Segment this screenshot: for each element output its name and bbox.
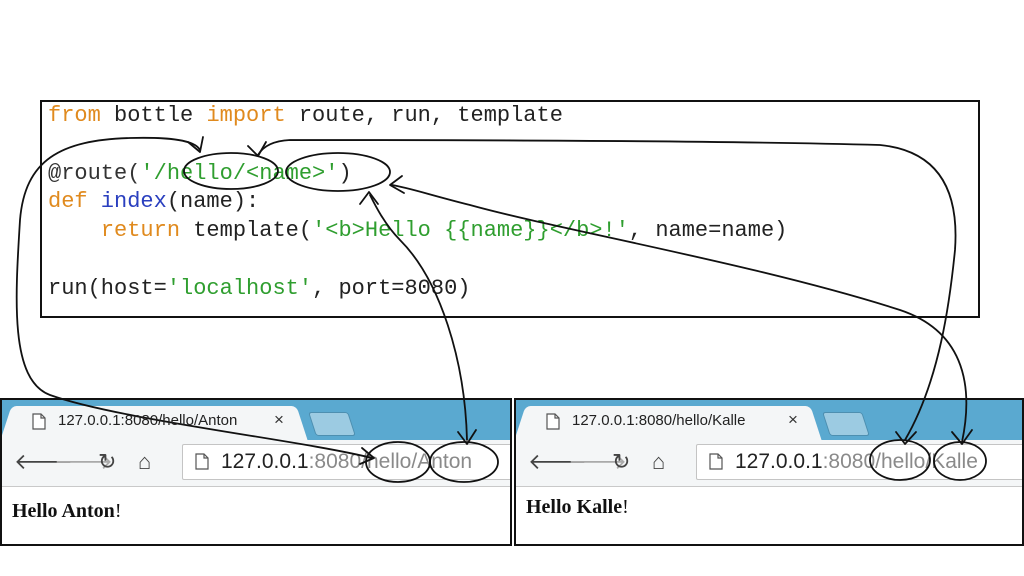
browser-toolbar: 🡐 🡒 ↻ ⌂ 127.0.0.1:8080/hello/Kalle bbox=[516, 440, 1022, 487]
kw-import: import bbox=[206, 103, 286, 128]
tab-strip: 127.0.0.1:8080/hello/Kalle × bbox=[516, 400, 1022, 440]
url-path-hello: /hello bbox=[361, 450, 412, 473]
route-quote-open: '/ bbox=[140, 160, 167, 186]
home-icon[interactable]: ⌂ bbox=[652, 448, 665, 476]
url-path-name: /Kalle bbox=[925, 450, 978, 473]
url-host: 127.0.0.1 bbox=[221, 450, 309, 473]
route-decorator: @route( bbox=[48, 160, 141, 186]
new-tab-button[interactable] bbox=[822, 412, 870, 436]
browser-tab[interactable]: 127.0.0.1:8080/hello/Anton × bbox=[14, 406, 294, 440]
url-text: 127.0.0.1:8080/hello/Anton bbox=[221, 448, 472, 476]
tab-title: 127.0.0.1:8080/hello/Anton bbox=[58, 412, 238, 429]
url-text: 127.0.0.1:8080/hello/Kalle bbox=[735, 448, 978, 476]
reload-icon[interactable]: ↻ bbox=[612, 448, 630, 476]
run-call: run(host= bbox=[48, 275, 167, 301]
run-port: , port=8080) bbox=[312, 275, 471, 301]
close-icon[interactable]: × bbox=[788, 410, 798, 430]
greeting-name: Kalle bbox=[576, 496, 623, 518]
browser-window-kalle: 127.0.0.1:8080/hello/Kalle × 🡐 🡒 ↻ ⌂ 127… bbox=[514, 398, 1024, 546]
reload-icon[interactable]: ↻ bbox=[98, 448, 116, 476]
url-port: :8080 bbox=[308, 450, 362, 473]
greeting-prefix: Hello bbox=[12, 500, 62, 522]
page-icon bbox=[546, 413, 560, 430]
greeting-suffix: ! bbox=[622, 496, 629, 518]
url-path-name: /Anton bbox=[411, 450, 473, 473]
browser-tab[interactable]: 127.0.0.1:8080/hello/Kalle × bbox=[528, 406, 808, 440]
run-host-string: 'localhost' bbox=[166, 275, 313, 301]
tab-title: 127.0.0.1:8080/hello/Kalle bbox=[572, 412, 746, 429]
page-content: Hello Anton! bbox=[12, 500, 121, 523]
template-call: template( bbox=[180, 218, 313, 244]
route-slash: / bbox=[232, 160, 247, 186]
home-icon[interactable]: ⌂ bbox=[138, 448, 151, 476]
browser-window-anton: 127.0.0.1:8080/hello/Anton × 🡐 🡒 ↻ ⌂ 127… bbox=[0, 398, 512, 546]
template-args: , name=name) bbox=[628, 218, 788, 244]
code-listing: from bottle import route, run, template … bbox=[48, 102, 787, 304]
code-panel: from bottle import route, run, template … bbox=[40, 100, 980, 318]
page-content: Hello Kalle! bbox=[526, 496, 629, 519]
kw-return: return bbox=[100, 218, 181, 244]
browser-toolbar: 🡐 🡒 ↻ ⌂ 127.0.0.1:8080/hello/Anton bbox=[2, 440, 510, 487]
greeting-prefix: Hello bbox=[526, 496, 577, 518]
url-host: 127.0.0.1 bbox=[735, 450, 823, 473]
url-port: :8080 bbox=[822, 450, 876, 473]
tab-strip: 127.0.0.1:8080/hello/Anton × bbox=[2, 400, 510, 440]
greeting-suffix: ! bbox=[114, 500, 122, 522]
route-paren-close: ) bbox=[338, 160, 352, 186]
function-name: index bbox=[87, 189, 167, 215]
page-icon bbox=[709, 453, 723, 470]
function-args: (name): bbox=[166, 189, 260, 215]
address-bar[interactable]: 127.0.0.1:8080/hello/Anton bbox=[182, 444, 510, 480]
import-list: route, run, template bbox=[285, 103, 563, 128]
module-name: bottle bbox=[100, 103, 207, 128]
template-string: '<b>Hello {{name}}</b>!' bbox=[312, 218, 629, 244]
kw-from: from bbox=[48, 103, 101, 128]
kw-def: def bbox=[48, 189, 88, 215]
page-icon bbox=[32, 413, 46, 430]
url-path-hello: /hello bbox=[875, 450, 926, 473]
route-name-param: <name> bbox=[246, 160, 326, 186]
address-bar[interactable]: 127.0.0.1:8080/hello/Kalle bbox=[696, 444, 1022, 480]
new-tab-button[interactable] bbox=[308, 412, 356, 436]
greeting-name: Anton bbox=[61, 500, 115, 522]
page-icon bbox=[195, 453, 209, 470]
close-icon[interactable]: × bbox=[274, 410, 284, 430]
route-hello: hello bbox=[166, 160, 233, 186]
route-quote-close: ' bbox=[325, 160, 339, 186]
